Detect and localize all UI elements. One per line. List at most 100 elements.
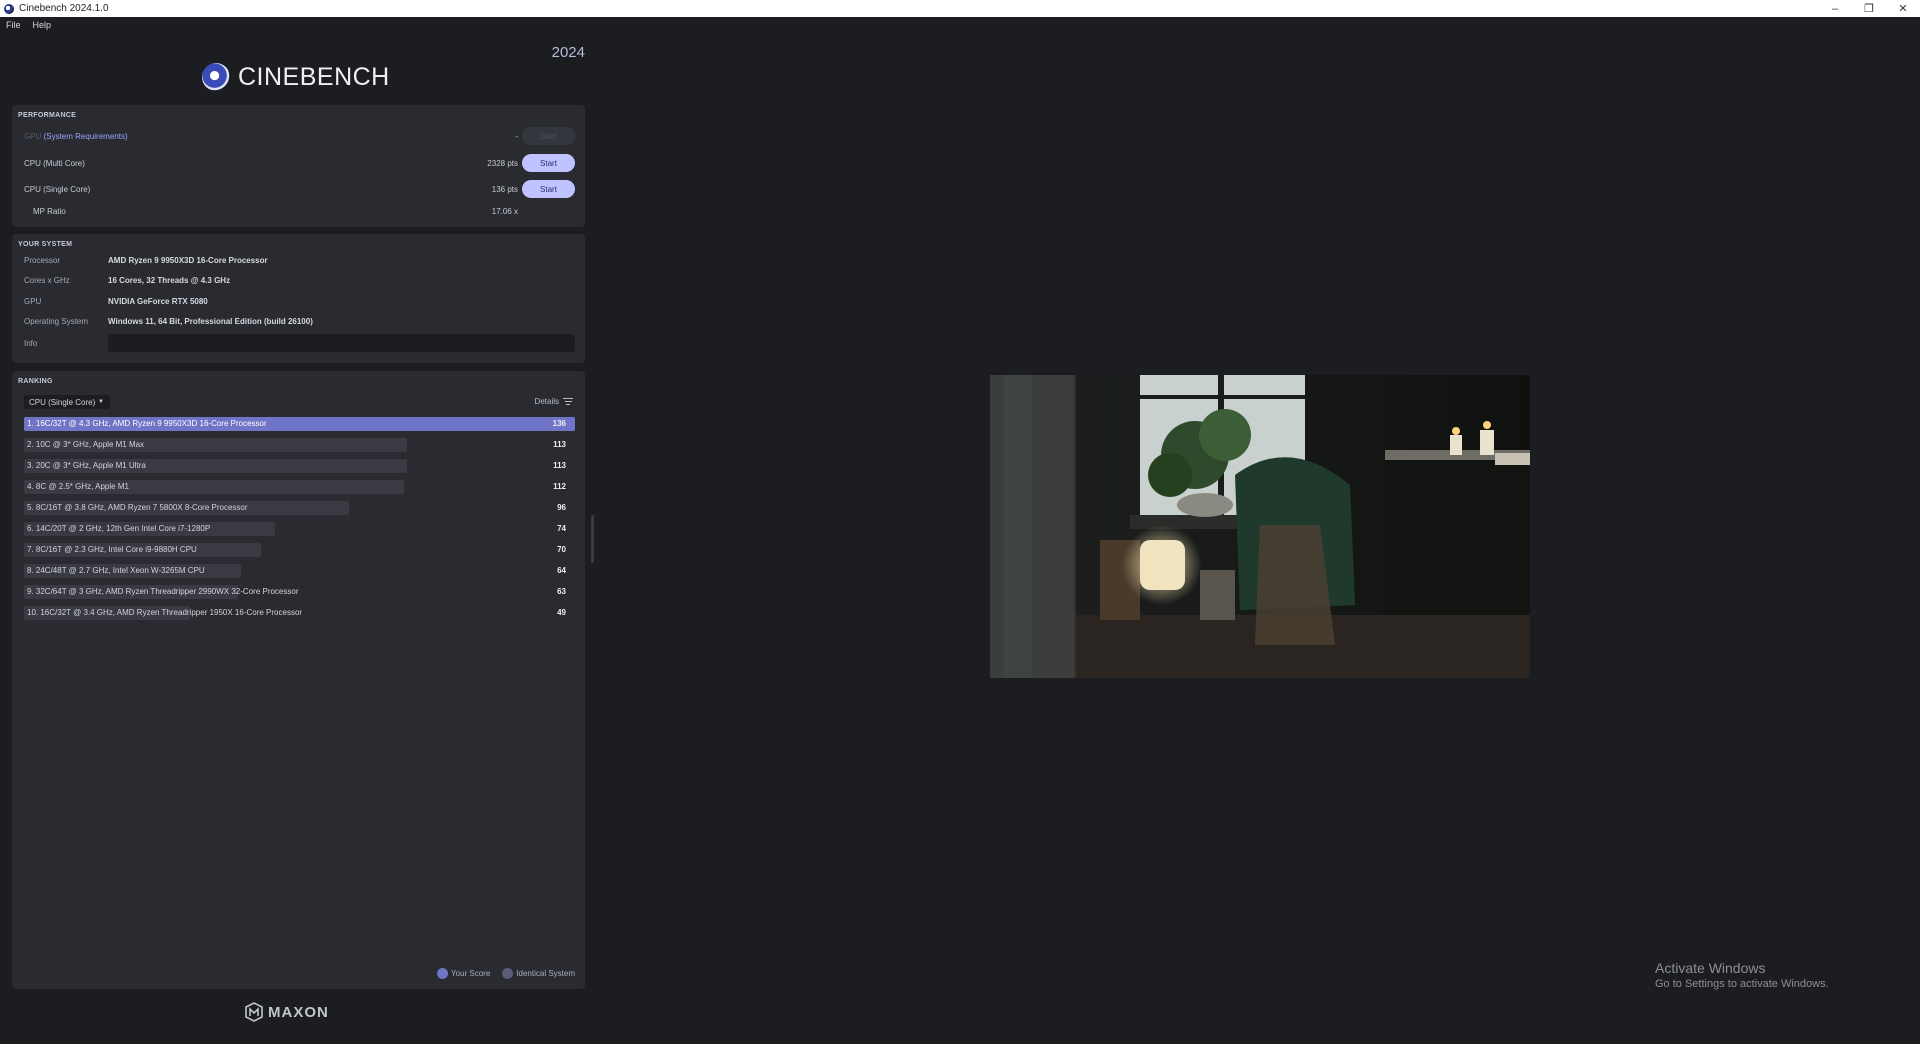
ranking-title: RANKING xyxy=(18,378,53,385)
cpu-single-row: CPU (Single Core) 136 pts Start xyxy=(24,179,575,199)
chevron-down-icon: ▼ xyxy=(98,399,104,405)
ranking-row-score: 74 xyxy=(557,524,566,533)
restore-icon[interactable]: ❐ xyxy=(1852,0,1886,17)
ranking-row[interactable]: 3. 20C @ 3* GHz, Apple M1 Ultra 113 xyxy=(24,459,575,473)
panel-splitter-handle[interactable] xyxy=(591,515,594,563)
info-field[interactable] xyxy=(108,334,575,352)
ranking-row-score: 96 xyxy=(557,503,566,512)
ranking-row[interactable]: 10. 16C/32T @ 3.4 GHz, AMD Ryzen Threadr… xyxy=(24,606,575,620)
ranking-row-label: 6. 14C/20T @ 2 GHz, 12th Gen Intel Core … xyxy=(27,524,211,533)
window-title: Cinebench 2024.1.0 xyxy=(19,3,109,14)
ranking-row-label: 3. 20C @ 3* GHz, Apple M1 Ultra xyxy=(27,461,146,470)
ranking-row-label: 2. 10C @ 3* GHz, Apple M1 Max xyxy=(27,440,145,449)
system-value: Windows 11, 64 Bit, Professional Edition… xyxy=(108,316,313,326)
system-key: GPU xyxy=(24,296,42,306)
activate-windows-title: Activate Windows xyxy=(1655,960,1766,976)
system-key: Operating System xyxy=(24,316,89,326)
ranking-row-label: 7. 8C/16T @ 2.3 GHz, Intel Core i9-9880H… xyxy=(27,545,197,554)
cinebench-logo-icon xyxy=(202,63,230,91)
ranking-test-select[interactable]: CPU (Single Core) ▼ xyxy=(24,395,110,409)
system-requirements-link[interactable]: (System Requirements) xyxy=(44,132,128,141)
system-key: Cores x GHz xyxy=(24,275,70,285)
ranking-row[interactable]: 4. 8C @ 2.5* GHz, Apple M1 112 xyxy=(24,480,575,494)
cpu-multi-score: 2328 pts xyxy=(487,158,518,168)
cpu-single-label: CPU (Single Core) xyxy=(24,184,91,194)
ranking-row-label: 4. 8C @ 2.5* GHz, Apple M1 xyxy=(27,482,129,491)
ranking-row-score: 112 xyxy=(553,482,566,491)
ranking-row[interactable]: 5. 8C/16T @ 3.8 GHz, AMD Ryzen 7 5800X 8… xyxy=(24,501,575,515)
mp-ratio-label: MP Ratio xyxy=(33,206,66,216)
ranking-row-score: 49 xyxy=(557,608,566,617)
info-label: Info xyxy=(24,338,38,348)
ranking-row[interactable]: 1. 16C/32T @ 4.3 GHz, AMD Ryzen 9 9950X3… xyxy=(24,417,575,431)
ranking-row-label: 9. 32C/64T @ 3 GHz, AMD Ryzen Threadripp… xyxy=(27,587,299,596)
system-value: AMD Ryzen 9 9950X3D 16-Core Processor xyxy=(108,255,268,265)
cpu-single-start-button[interactable]: Start xyxy=(522,180,575,198)
legend-identical-system: Identical System xyxy=(516,969,575,978)
performance-title: PERFORMANCE xyxy=(18,112,77,119)
ranking-row[interactable]: 8. 24C/48T @ 2.7 GHz, Intel Xeon W-3265M… xyxy=(24,564,575,578)
system-row: Processor AMD Ryzen 9 9950X3D 16-Core Pr… xyxy=(24,251,575,269)
render-preview xyxy=(990,375,1530,678)
window-controls: – ❐ ✕ xyxy=(1818,0,1920,17)
system-value: NVIDIA GeForce RTX 5080 xyxy=(108,296,208,306)
cinebench-app-icon xyxy=(4,3,14,14)
version-year: 2024 xyxy=(551,44,585,61)
activate-windows-watermark: Activate Windows Go to Settings to activ… xyxy=(1655,960,1829,990)
gpu-score: - xyxy=(515,131,518,141)
ranking-row[interactable]: 7. 8C/16T @ 2.3 GHz, Intel Core i9-9880H… xyxy=(24,543,575,557)
ranking-row-label: 5. 8C/16T @ 3.8 GHz, AMD Ryzen 7 5800X 8… xyxy=(27,503,248,512)
ranking-row[interactable]: 9. 32C/64T @ 3 GHz, AMD Ryzen Threadripp… xyxy=(24,585,575,599)
ranking-row[interactable]: 2. 10C @ 3* GHz, Apple M1 Max 113 xyxy=(24,438,575,452)
ranking-row-score: 136 xyxy=(552,419,566,428)
gpu-label: GPU xyxy=(24,131,42,141)
ranking-row-score: 70 xyxy=(557,545,566,554)
maxon-logo: MAXON xyxy=(244,1002,329,1022)
menu-help[interactable]: Help xyxy=(33,20,52,30)
system-row: GPU NVIDIA GeForce RTX 5080 xyxy=(24,292,575,310)
ranking-row-label: 8. 24C/48T @ 2.7 GHz, Intel Xeon W-3265M… xyxy=(27,566,205,575)
ranking-card: RANKING CPU (Single Core) ▼ Details 1. 1… xyxy=(12,371,585,989)
render-preview-image xyxy=(990,375,1530,678)
gpu-start-button[interactable]: Start xyxy=(522,127,575,145)
details-button[interactable]: Details xyxy=(535,396,573,407)
logo-wordmark: CINEBENCH xyxy=(238,62,390,91)
mp-ratio-row: MP Ratio 17.06 x xyxy=(33,201,575,221)
system-card: YOUR SYSTEM Processor AMD Ryzen 9 9950X3… xyxy=(12,234,585,363)
ranking-row-score: 113 xyxy=(553,461,566,470)
ranking-row[interactable]: 6. 14C/20T @ 2 GHz, 12th Gen Intel Core … xyxy=(24,522,575,536)
activate-windows-subtitle: Go to Settings to activate Windows. xyxy=(1655,978,1829,990)
system-title: YOUR SYSTEM xyxy=(18,241,73,248)
close-icon[interactable]: ✕ xyxy=(1886,0,1920,17)
system-key: Processor xyxy=(24,255,61,265)
ranking-row-score: 113 xyxy=(553,440,566,449)
maxon-wordmark: MAXON xyxy=(268,1003,329,1021)
ranking-legend: Your Score Identical System xyxy=(425,968,575,979)
title-bar: Cinebench 2024.1.0 – ❐ ✕ xyxy=(0,0,1920,17)
ranking-test-selected: CPU (Single Core) xyxy=(29,397,96,407)
minimize-icon[interactable]: – xyxy=(1818,0,1852,17)
gpu-row: GPU (System Requirements) - Start xyxy=(24,126,575,146)
ranking-row-score: 63 xyxy=(557,587,566,596)
your-score-dot xyxy=(437,968,448,979)
cpu-single-score: 136 pts xyxy=(491,184,518,194)
ranking-row-label: 10. 16C/32T @ 3.4 GHz, AMD Ryzen Threadr… xyxy=(27,608,303,617)
info-row: Info xyxy=(24,334,575,352)
system-value: 16 Cores, 32 Threads @ 4.3 GHz xyxy=(108,275,231,285)
left-panel: CINEBENCH 2024 PERFORMANCE GPU (System R… xyxy=(12,32,585,1044)
ranking-row-score: 64 xyxy=(557,566,566,575)
details-label: Details xyxy=(534,397,559,406)
identical-system-dot xyxy=(502,968,514,979)
system-row: Operating System Windows 11, 64 Bit, Pro… xyxy=(24,312,575,330)
ranking-row-label: 1. 16C/32T @ 4.3 GHz, AMD Ryzen 9 9950X3… xyxy=(27,419,267,428)
menu-bar: File Help xyxy=(0,17,1920,32)
system-row: Cores x GHz 16 Cores, 32 Threads @ 4.3 G… xyxy=(24,271,575,289)
cpu-multi-label: CPU (Multi Core) xyxy=(24,158,85,168)
menu-file[interactable]: File xyxy=(6,20,21,30)
mp-ratio-value: 17.06 x xyxy=(491,206,518,216)
performance-card: PERFORMANCE GPU (System Requirements) - … xyxy=(12,105,585,227)
cpu-multi-start-button[interactable]: Start xyxy=(522,154,575,172)
cpu-multi-row: CPU (Multi Core) 2328 pts Start xyxy=(24,153,575,173)
maxon-logo-icon xyxy=(245,1002,263,1022)
legend-your-score: Your Score xyxy=(451,969,491,978)
